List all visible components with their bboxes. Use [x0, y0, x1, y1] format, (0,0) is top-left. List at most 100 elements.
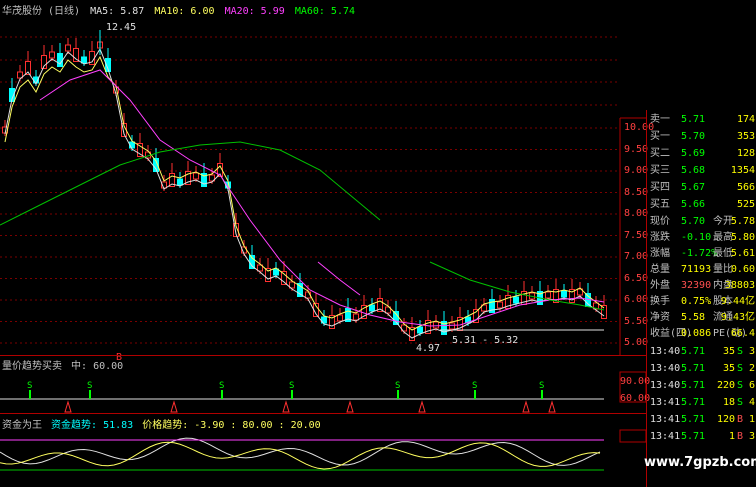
quote-label: 涨跌 [650, 232, 670, 243]
tick-extra: 3 [749, 431, 756, 442]
quote-row: 涨幅 -1.72% 最低 5.61 [647, 246, 756, 262]
quote-value: 9.43亿 [720, 312, 755, 323]
price-axis-label: 6.00 [624, 294, 649, 305]
quote-value: 9.44亿 [720, 296, 755, 307]
quote-label: 总量 [650, 264, 670, 275]
candle-body [337, 314, 343, 322]
tick-price: 5.71 [681, 346, 706, 357]
candle-body [65, 44, 71, 52]
order-book-row[interactable]: 买五 5.66 525 [647, 197, 756, 213]
sell-signal-marker [418, 400, 426, 413]
indicator1-header: 量价趋势买卖 中: 60.00 [2, 357, 123, 372]
quote-row: 换手 0.75% 股本 9.44亿 [647, 294, 756, 310]
indicator1-value: 中: 60.00 [71, 361, 124, 372]
order-label: 买二 [650, 148, 670, 159]
tick-volume: 120 [716, 414, 735, 425]
quote-value: 0.086 [681, 328, 712, 339]
sell-signal-marker [170, 400, 178, 413]
sell-signal-marker [346, 400, 354, 413]
order-volume: 566 [736, 182, 755, 193]
s-signal-label: S [289, 381, 294, 391]
price-axis-label: 9.50 [624, 143, 649, 155]
sell-signal-marker [64, 400, 72, 413]
price-axis-label: 5.00 [624, 337, 649, 348]
watermark: www.7gpzb.com [644, 455, 756, 470]
tick-time: 13:41 [650, 414, 681, 425]
order-volume: 1354 [730, 165, 755, 176]
quote-value: 38803 [724, 280, 755, 291]
tick-time: 13:40 [650, 363, 681, 374]
tick-volume: 1 [728, 431, 735, 442]
tick-side: B [737, 414, 744, 425]
tick-row: 13:41 5.71 120 B 1 [647, 412, 756, 428]
candle-body [369, 304, 375, 312]
quote-value: 66.4 [730, 328, 755, 339]
tick-volume: 18 [722, 397, 735, 408]
order-label: 买五 [650, 199, 670, 210]
ma5-line [4, 47, 605, 339]
order-book-row[interactable]: 买三 5.68 1354 [647, 163, 756, 179]
candle-body [81, 56, 87, 64]
tick-row: 13:40 5.71 35 S 3 [647, 344, 756, 360]
ma60-value: MA60: 5.74 [294, 6, 356, 17]
quote-label: 现价 [650, 216, 670, 227]
order-book-row[interactable]: 卖一 5.71 174 [647, 112, 756, 128]
order-price: 5.70 [681, 131, 706, 142]
candle-body [497, 301, 503, 309]
tick-extra: 3 [749, 346, 756, 357]
order-volume: 525 [736, 199, 755, 210]
order-book-row[interactable]: 买四 5.67 566 [647, 180, 756, 196]
s-signal-label: S [472, 381, 477, 391]
sell-signal-marker [522, 400, 530, 413]
s-signal-label: S [395, 381, 400, 391]
tick-price: 5.71 [681, 397, 706, 408]
tick-extra: 6 [749, 380, 756, 391]
order-label: 买四 [650, 182, 670, 193]
price-axis-label: 9.00 [624, 165, 649, 176]
quote-value: 32390 [681, 280, 712, 291]
tick-time: 13:41 [650, 431, 681, 442]
candle-body [417, 326, 423, 334]
tick-extra: 1 [749, 414, 756, 425]
order-book-row[interactable]: 买一 5.70 353 [647, 129, 756, 145]
quote-row: 涨跌 -0.10 最高 5.80 [647, 230, 756, 246]
s-signal-label: S [219, 381, 224, 391]
low-annotation: 4.97 [416, 343, 441, 354]
candle-body [449, 322, 455, 330]
ma10-line [4, 55, 605, 331]
quote-value: -0.10 [681, 232, 712, 243]
tick-price: 5.71 [681, 380, 706, 391]
tick-side: S [737, 397, 744, 408]
quote-row: 现价 5.70 今开 5.78 [647, 214, 756, 230]
order-book-row[interactable]: 买二 5.69 128 [647, 146, 756, 162]
tick-side: S [737, 363, 744, 374]
quote-value: 0.75% [681, 296, 712, 307]
candle-body [353, 313, 359, 321]
ma20-line-2 [317, 261, 361, 296]
order-label: 卖一 [650, 114, 670, 125]
quote-panel: 卖一 5.71 174 买一 5.70 353 买二 5.69 128 买三 5.68… [646, 110, 756, 487]
high-annotation: 12.45 [106, 22, 137, 33]
candle-body [545, 291, 551, 299]
quote-row: 净资 5.58 流通 9.43亿 [647, 310, 756, 326]
order-label: 买三 [650, 165, 670, 176]
stock-name: 华茂股份 (日线) [2, 6, 81, 17]
tick-side: S [737, 346, 744, 357]
price-axis-label: 8.00 [624, 208, 649, 219]
s-signal-label: S [87, 381, 92, 391]
indicator2-title: 资金为王 [2, 420, 42, 431]
tick-time: 13:40 [650, 346, 681, 357]
tick-extra: 4 [749, 397, 756, 408]
s-signal-label: S [27, 381, 32, 391]
quote-value: 5.61 [730, 248, 755, 259]
candle-body [513, 296, 519, 304]
quote-label: 涨幅 [650, 248, 670, 259]
tick-extra: 2 [749, 363, 756, 374]
indicator2-fund-trend: 资金趋势: 51.83 [51, 420, 134, 431]
tick-volume: 220 [716, 380, 735, 391]
tick-row: 13:41 5.71 1 B 3 [647, 429, 756, 445]
quote-value: -1.72% [681, 248, 718, 259]
candle-body [433, 321, 439, 329]
order-price: 5.67 [681, 182, 706, 193]
range-annotation: 5.31 - 5.32 [452, 335, 519, 346]
